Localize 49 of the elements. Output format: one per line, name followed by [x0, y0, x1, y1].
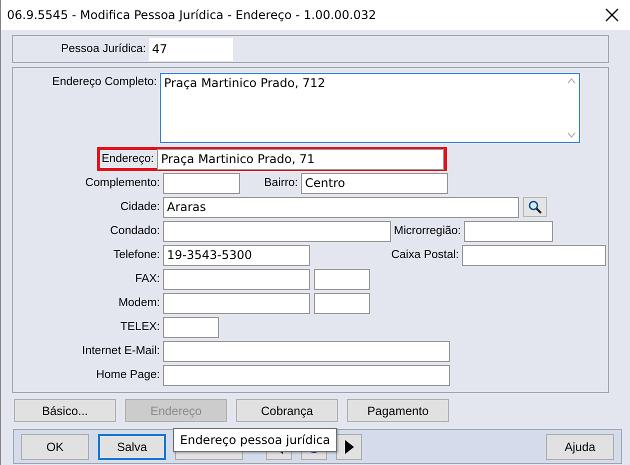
field-label: Modem: — [117, 297, 161, 309]
field-label: Endereço: — [100, 153, 155, 165]
field-label: Condado: — [109, 225, 161, 237]
field-label: Home Page: — [95, 369, 161, 381]
field-label: FAX: — [134, 273, 161, 285]
field-label: Endereço Completo: — [51, 75, 158, 88]
field-value: Praça Martinico Prado, 712 — [163, 75, 326, 92]
input-field[interactable]: 47 — [149, 38, 233, 60]
input-field[interactable] — [163, 316, 219, 338]
input-field[interactable] — [462, 244, 606, 266]
section-button[interactable]: Pagamento — [347, 399, 449, 422]
input-field[interactable] — [163, 172, 240, 194]
field-label: Internet E-Mail: — [81, 345, 161, 357]
dialog-button[interactable]: Ajuda — [546, 434, 614, 460]
window-title: 06.9.5545 - Modifica Pessoa Jurídica - Endereço - 1.00.00.032 — [7, 8, 376, 22]
scroll-up-icon[interactable] — [567, 78, 576, 84]
right-triangle-icon — [344, 440, 354, 454]
field-label: Telefone: — [112, 249, 161, 261]
input-field[interactable] — [163, 364, 450, 386]
close-button[interactable] — [604, 7, 620, 23]
field-label: Bairro: — [263, 177, 299, 189]
dialog-button[interactable]: Salva — [98, 434, 166, 460]
input-field[interactable] — [163, 340, 450, 362]
text-area[interactable]: Praça Martinico Prado, 712 — [160, 73, 580, 143]
section-button[interactable]: Básico... — [14, 399, 116, 422]
search-icon — [528, 200, 542, 214]
field-label: Pessoa Jurídica: — [60, 43, 147, 55]
field-label: Complemento: — [84, 177, 161, 189]
field-label: Caixa Postal: — [390, 249, 460, 261]
input-field[interactable] — [464, 220, 553, 242]
tooltip: Endereço pessoa jurídica — [173, 428, 338, 452]
input-field[interactable]: Praça Martinico Prado, 71 — [157, 148, 444, 170]
field-label: Cidade: — [119, 201, 161, 213]
input-field[interactable] — [163, 220, 391, 242]
input-field[interactable] — [163, 292, 310, 314]
close-icon — [604, 7, 620, 23]
scroll-down-icon[interactable] — [567, 132, 576, 138]
input-field[interactable]: Araras — [163, 196, 519, 218]
dialog-button[interactable]: OK — [21, 434, 89, 460]
input-field[interactable] — [163, 268, 310, 290]
input-field[interactable] — [314, 268, 370, 290]
lookup-button[interactable] — [523, 197, 547, 217]
input-field[interactable]: 19-3543-5300 — [163, 244, 310, 266]
input-field[interactable]: Centro — [301, 172, 448, 194]
section-button[interactable]: Cobrança — [236, 399, 338, 422]
field-label: TELEX: — [119, 321, 161, 333]
input-field[interactable] — [314, 292, 370, 314]
field-label: Microrregião: — [392, 225, 462, 237]
next-button[interactable] — [336, 434, 362, 460]
